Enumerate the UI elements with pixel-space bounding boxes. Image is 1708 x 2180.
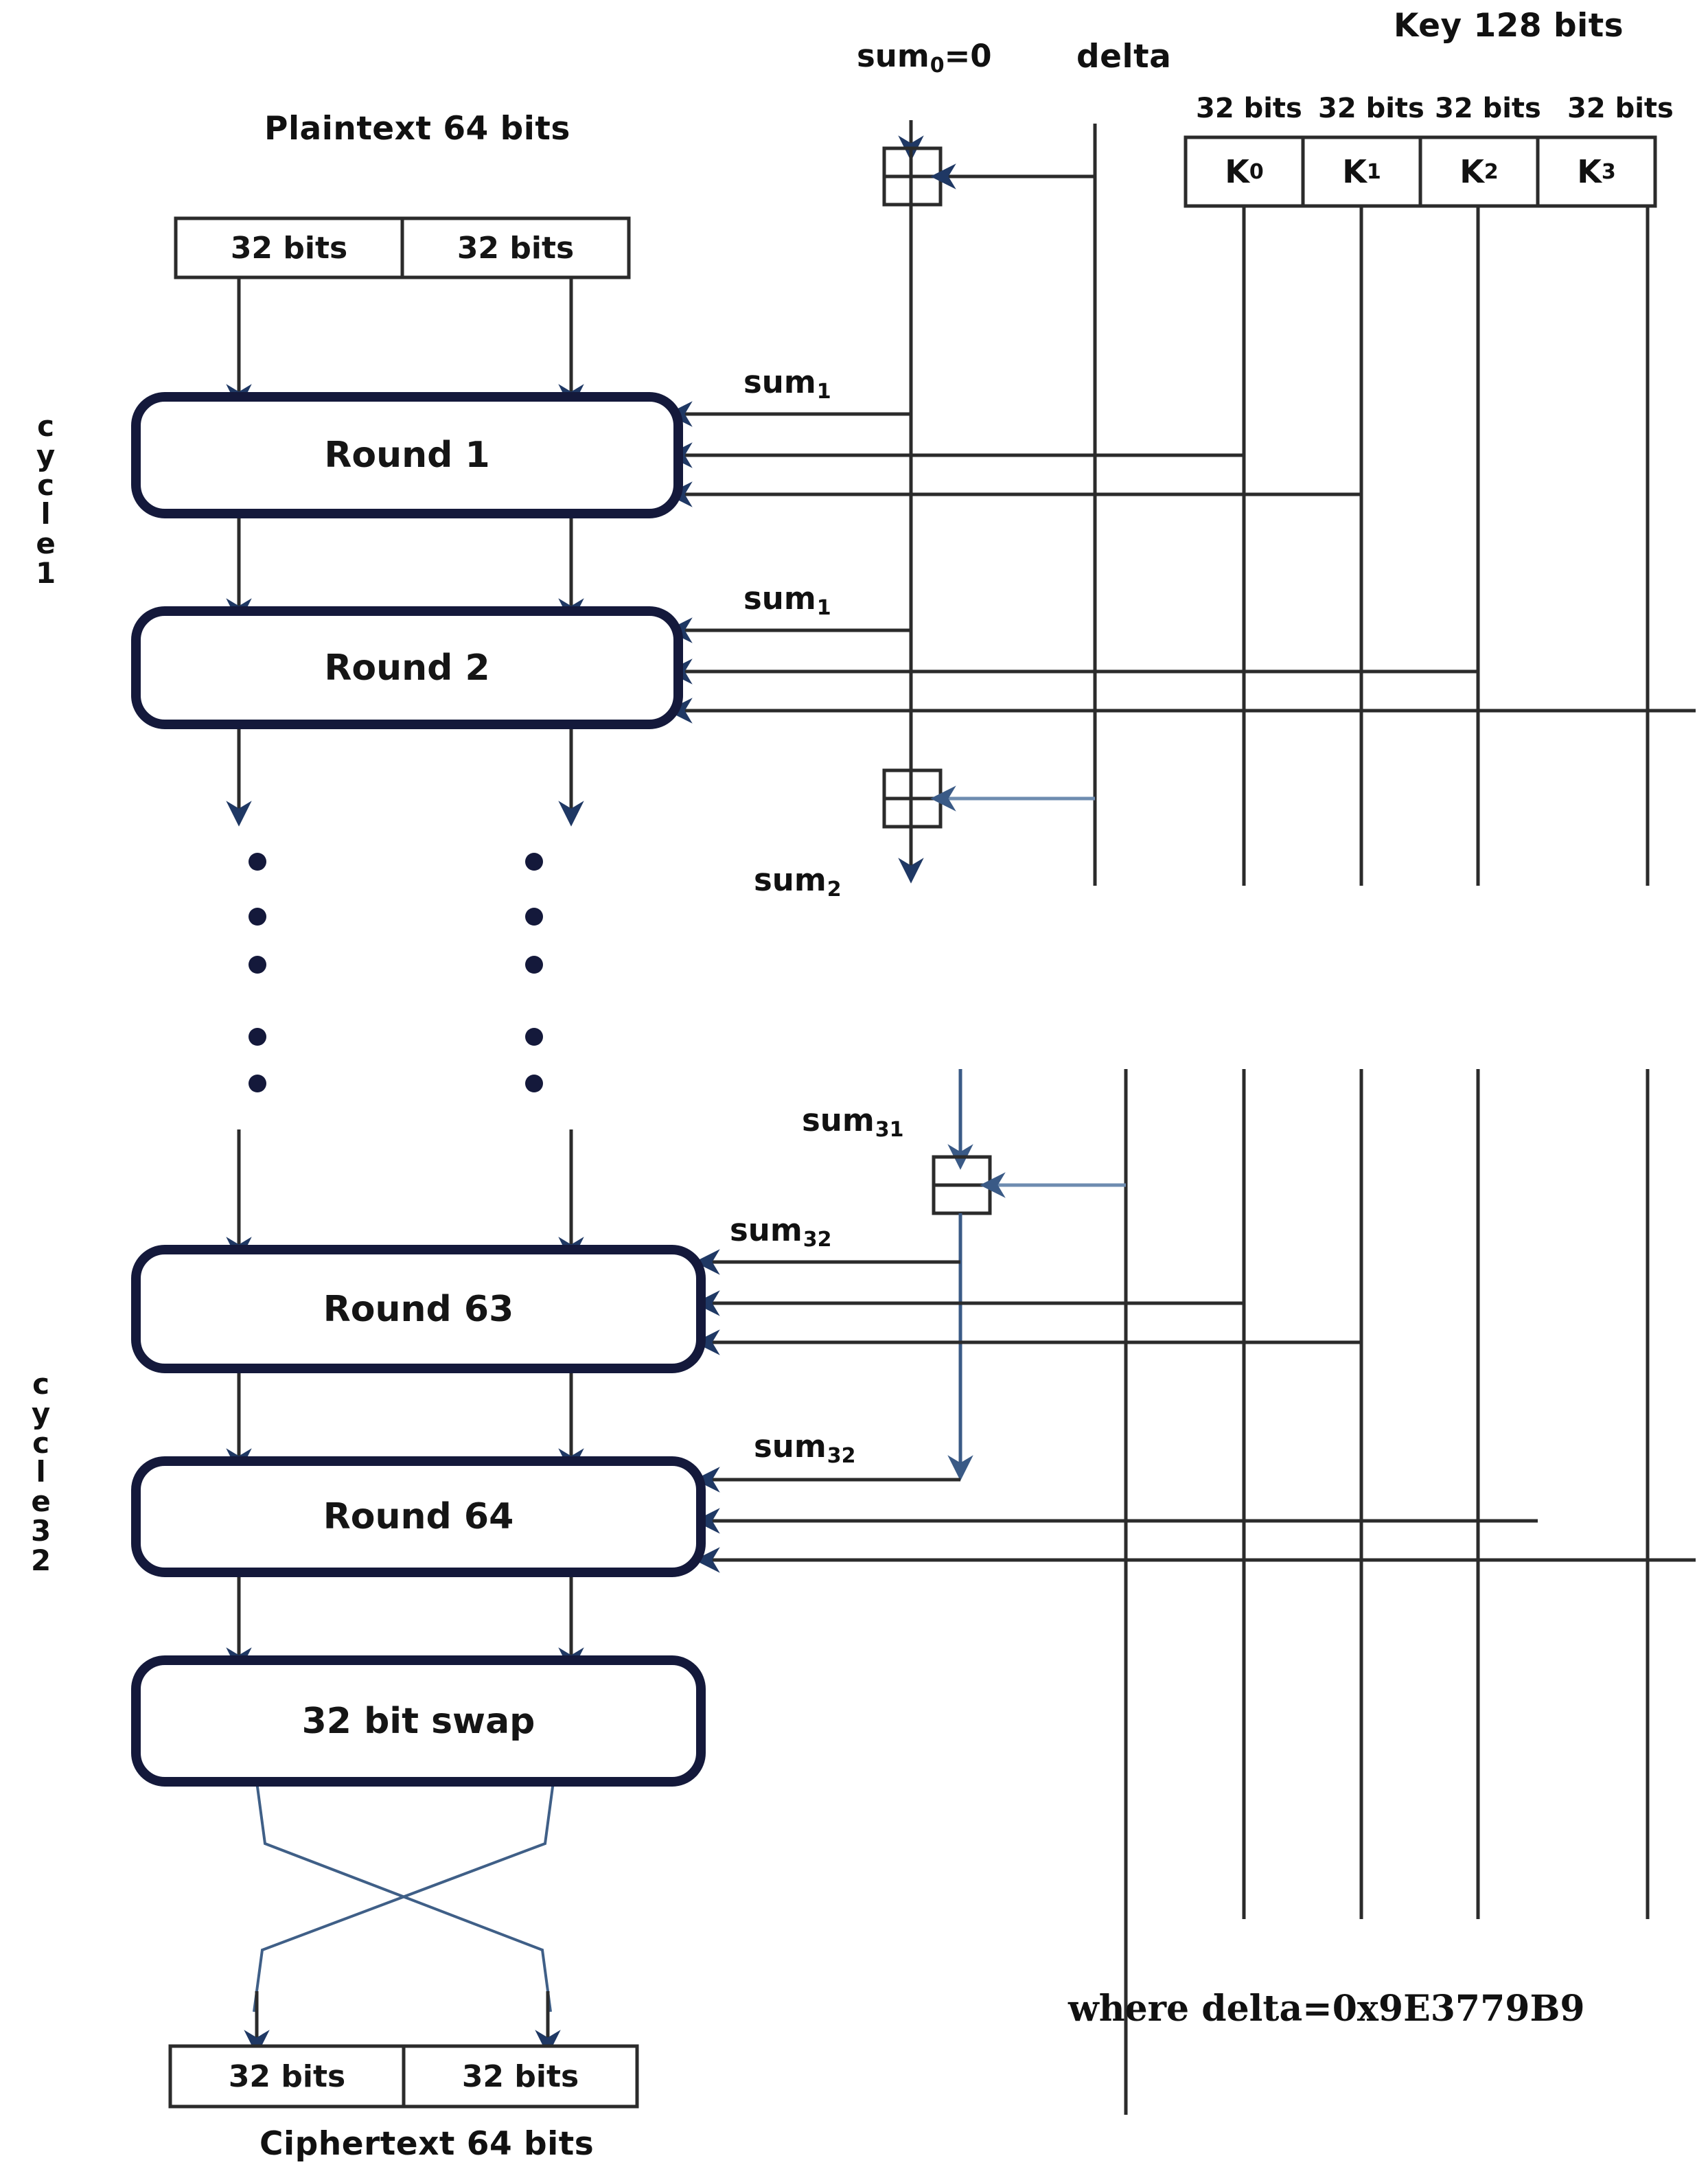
ellipsis-dots — [249, 853, 543, 1092]
key-cell-k1: K1 — [1342, 153, 1381, 190]
sum0-label: sum0=0 — [857, 38, 992, 78]
cycle-label-first: c y c l e 1 — [36, 409, 56, 590]
tea-block-diagram: Plaintext 64 bits Key 128 bits delta sum… — [0, 0, 1708, 2180]
key-cell-k3: K3 — [1577, 153, 1616, 190]
plaintext-title: Plaintext 64 bits — [264, 110, 570, 148]
sum-label-round63: sum32 — [730, 1212, 832, 1252]
adder-box-3 — [932, 1155, 992, 1215]
sum-label-round64: sum32 — [754, 1428, 856, 1469]
ciphertext-box — [168, 2044, 639, 2109]
swap-box — [131, 1655, 706, 1787]
delta-label: delta — [1076, 38, 1172, 76]
key-cell-k0: K0 — [1225, 153, 1264, 190]
key-cell-k2: K2 — [1459, 153, 1499, 190]
key-title: Key 128 bits — [1394, 7, 1624, 45]
round-2-box — [131, 606, 683, 729]
key-width-1: 32 bits — [1318, 93, 1424, 124]
round-1-box — [131, 392, 683, 518]
delta-value-note: where delta=0x9E3779B9 — [1068, 1988, 1585, 2030]
diagram-connectors — [131, 120, 1696, 2115]
sum-label-round1: sum1 — [743, 364, 831, 404]
key-width-0: 32 bits — [1196, 93, 1302, 124]
cycle-label-last: c y c l e 3 2 — [31, 1367, 51, 1577]
round-63-box — [131, 1245, 706, 1373]
key-width-3: 32 bits — [1567, 93, 1674, 124]
key-width-2: 32 bits — [1435, 93, 1541, 124]
swap-crossover — [253, 1781, 555, 2012]
plaintext-box — [174, 216, 631, 279]
sum-label-round2: sum1 — [743, 580, 831, 621]
round-64-box — [131, 1456, 706, 1577]
sum-label-adder2-out: sum2 — [754, 862, 842, 902]
ciphertext-title: Ciphertext 64 bits — [259, 2125, 595, 2163]
sum-label-adder3-in: sum31 — [802, 1102, 904, 1143]
